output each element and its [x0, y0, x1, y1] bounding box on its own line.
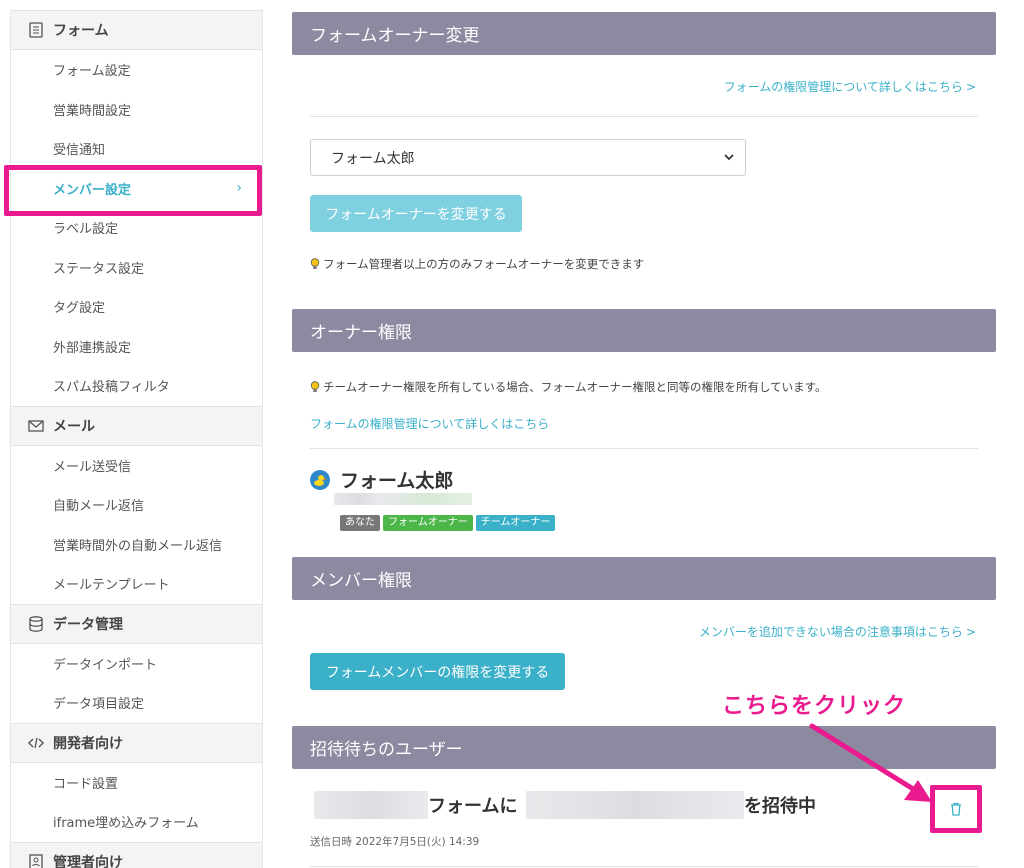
- invite-text-mid: フォームに: [428, 796, 518, 817]
- callout-arrow-icon: [809, 723, 932, 802]
- sidebar-item-label: 営業時間外の自動メール返信: [53, 538, 223, 554]
- duck-icon: [314, 474, 327, 486]
- section-header-owner-authority: オーナー権限: [292, 309, 996, 352]
- badge-team-owner: チームオーナー: [475, 515, 556, 531]
- sidebar-item-label: メンバー設定: [53, 182, 132, 198]
- owner-user: フォーム太郎: [310, 466, 453, 493]
- chevron-right-icon: ›: [236, 180, 242, 197]
- sidebar-item-status-settings[interactable]: ステータス設定: [11, 248, 262, 288]
- role-badges: あなた フォームオーナー チームオーナー: [340, 515, 556, 531]
- mail-icon: [27, 417, 45, 435]
- sidebar: フォーム フォーム設定 営業時間設定 受信通知 メンバー設定 › ラベル設定 ステ…: [10, 10, 263, 868]
- badge-you: あなた: [340, 515, 380, 531]
- sidebar-item-business-hours[interactable]: 営業時間設定: [11, 90, 262, 130]
- sidebar-item-label: 営業時間設定: [53, 103, 132, 119]
- sidebar-item-label: フォーム設定: [53, 64, 131, 80]
- invite-sent-time: 送信日時 2022年7月5日(火) 14:39: [310, 836, 480, 848]
- change-member-permissions-button[interactable]: フォームメンバーの権限を変更する: [310, 653, 565, 690]
- sidebar-item-label: メール送受信: [53, 459, 132, 475]
- sidebar-item-member-settings[interactable]: メンバー設定 ›: [11, 169, 262, 209]
- sidebar-item-mail-inbox[interactable]: メール送受信: [11, 446, 262, 486]
- delete-invite-button[interactable]: [930, 785, 982, 833]
- sidebar-item-mail-templates[interactable]: メールテンプレート: [11, 564, 262, 604]
- sidebar-item-label: 外部連携設定: [53, 340, 132, 356]
- avatar: [310, 469, 330, 490]
- redacted-email: [382, 493, 472, 505]
- sidebar-item-integrations[interactable]: 外部連携設定: [11, 327, 262, 367]
- note-text: チームオーナー権限を所有している場合、フォームオーナー権限と同等の権限を所有して…: [323, 380, 827, 394]
- owner-authority-note: チームオーナー権限を所有している場合、フォームオーナー権限と同等の権限を所有して…: [310, 379, 826, 395]
- note-text: フォーム管理者以上の方のみフォームオーナーを変更できます: [323, 257, 645, 271]
- callout-text: こちらをクリック: [722, 694, 907, 719]
- sidebar-item-label: 受信通知: [53, 143, 106, 159]
- section-header-member-authority: メンバー権限: [292, 557, 996, 600]
- sidebar-section-label: メール: [53, 418, 95, 435]
- sidebar-section-label: フォーム: [53, 23, 109, 39]
- sidebar-section-label: 開発者向け: [53, 735, 123, 752]
- sidebar-item-label: iframe埋め込みフォーム: [53, 816, 199, 832]
- redacted-team-name: [314, 791, 428, 819]
- permission-help-link[interactable]: フォームの権限管理について詳しくはこちら >: [724, 78, 996, 95]
- sidebar-section-data[interactable]: データ管理: [11, 603, 262, 644]
- lightbulb-icon: [310, 257, 320, 269]
- admin-icon: [27, 853, 45, 868]
- trash-icon: [951, 802, 961, 816]
- owner-user-name: フォーム太郎: [340, 470, 454, 492]
- sidebar-item-label: スパム投稿フィルタ: [53, 380, 170, 396]
- section-header-owner-change: フォームオーナー変更: [292, 12, 996, 55]
- sidebar-section-form[interactable]: フォーム: [11, 10, 262, 50]
- sidebar-item-auto-reply[interactable]: 自動メール返信: [11, 485, 262, 525]
- redacted-invitee: [526, 791, 744, 819]
- owner-select-value: フォーム太郎: [331, 150, 415, 167]
- sidebar-item-label: データ項目設定: [53, 697, 145, 713]
- badge-form-owner: フォームオーナー: [383, 515, 473, 531]
- sidebar-item-label-settings[interactable]: ラベル設定: [11, 208, 262, 248]
- owner-select[interactable]: フォーム太郎: [310, 139, 746, 176]
- divider: [310, 866, 978, 867]
- sidebar-item-label: メールテンプレート: [53, 578, 170, 594]
- sidebar-item-data-import[interactable]: データインポート: [11, 644, 262, 684]
- sidebar-item-after-hours-reply[interactable]: 営業時間外の自動メール返信: [11, 525, 262, 565]
- divider: [310, 116, 978, 117]
- sidebar-section-mail[interactable]: メール: [11, 405, 262, 446]
- sidebar-item-label: データインポート: [53, 657, 158, 673]
- document-icon: [27, 21, 45, 39]
- database-icon: [27, 615, 45, 633]
- change-owner-button[interactable]: フォームオーナーを変更する: [310, 195, 522, 232]
- chevron-down-icon: [723, 150, 735, 168]
- redacted-email: [334, 493, 382, 505]
- sidebar-item-notifications[interactable]: 受信通知: [11, 129, 262, 169]
- sidebar-item-tag-settings[interactable]: タグ設定: [11, 287, 262, 327]
- lightbulb-icon: [310, 380, 320, 392]
- sidebar-item-label: ステータス設定: [53, 261, 145, 277]
- sidebar-item-label: 自動メール返信: [53, 499, 145, 515]
- divider: [310, 448, 978, 449]
- sidebar-item-iframe-form[interactable]: iframe埋め込みフォーム: [11, 802, 262, 842]
- sidebar-section-label: 管理者向け: [53, 854, 123, 868]
- sidebar-item-data-fields[interactable]: データ項目設定: [11, 683, 262, 723]
- sidebar-item-form-settings[interactable]: フォーム設定: [11, 50, 262, 90]
- owner-change-note: フォーム管理者以上の方のみフォームオーナーを変更できます: [310, 256, 644, 272]
- sidebar-section-label: データ管理: [53, 616, 123, 633]
- sidebar-item-code-install[interactable]: コード設置: [11, 763, 262, 803]
- sidebar-section-admin[interactable]: 管理者向け: [11, 841, 262, 868]
- permission-help-link-2[interactable]: フォームの権限管理について詳しくはこちら: [310, 415, 549, 432]
- member-help-link[interactable]: メンバーを追加できない場合の注意事項はこちら >: [699, 623, 996, 640]
- sidebar-item-label: コード設置: [53, 776, 119, 792]
- sidebar-item-spam-filter[interactable]: スパム投稿フィルタ: [11, 366, 262, 406]
- sidebar-item-label: ラベル設定: [53, 222, 119, 238]
- sidebar-section-developer[interactable]: 開発者向け: [11, 722, 262, 763]
- code-icon: [27, 734, 45, 752]
- sidebar-item-label: タグ設定: [53, 301, 106, 317]
